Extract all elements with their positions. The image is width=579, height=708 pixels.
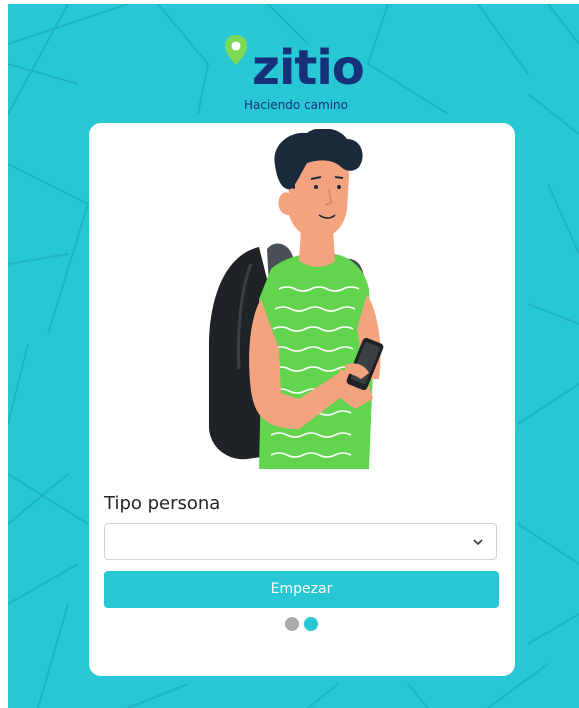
person-with-phone-illustration: [209, 129, 384, 469]
pagination-dot-2-active[interactable]: [304, 617, 318, 631]
brand-tagline: Haciendo camino: [244, 98, 348, 112]
pagination-dot-1[interactable]: [285, 617, 299, 631]
empezar-button[interactable]: Empezar: [104, 571, 499, 608]
chevron-down-icon: [473, 539, 483, 546]
tipo-persona-label: Tipo persona: [104, 493, 221, 514]
tipo-persona-select[interactable]: [104, 523, 497, 560]
onboarding-card: Tipo persona Empezar: [89, 123, 515, 676]
zitio-logo: zitio Haciendo camino: [224, 34, 384, 118]
brand-name: zitio: [252, 40, 365, 96]
pagination-dots: [285, 617, 325, 633]
location-pin-icon: [225, 35, 247, 65]
